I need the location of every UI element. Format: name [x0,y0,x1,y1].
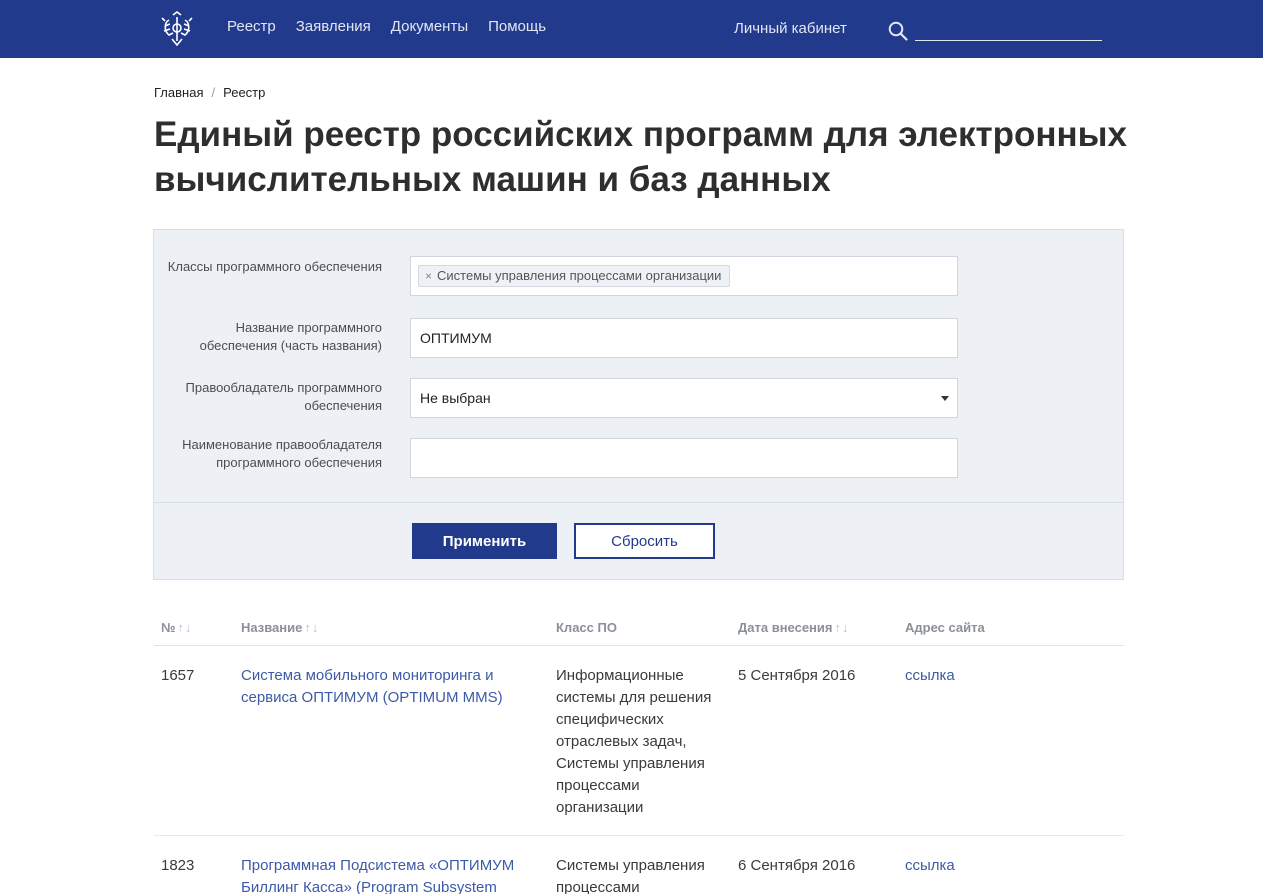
search-icon[interactable] [888,21,908,41]
classes-label: Классы программного обеспечения [167,259,382,274]
row-class: Информационные системы для решения специ… [556,667,712,816]
nav-applications[interactable]: Заявления [296,18,371,35]
owner-select[interactable]: Не выбран [410,378,958,418]
reset-button[interactable]: Сбросить [574,523,715,559]
col-date[interactable]: Дата внесения ↑↓ [738,620,850,635]
owner-label: Правообладатель программного обеспечения [185,380,382,413]
breadcrumb-separator: / [211,85,216,100]
row-number: 1823 [161,857,195,874]
row-site: ссылка [905,855,955,877]
row-number: 1657 [161,667,195,684]
software-name-input[interactable] [410,318,958,358]
table-header: № ↑↓ Название ↑↓ Класс ПО Дата внесения ↑↓ … [154,612,1124,646]
classes-multiselect[interactable]: × Системы управления процессами организа… [410,256,958,296]
row-name-link[interactable]: Система мобильного мониторинга и сервиса… [241,667,503,706]
owner-name-label: Наименование правообладателя программног… [182,437,382,470]
search-input[interactable] [915,19,1102,41]
col-site: Адрес сайта [905,620,985,635]
personal-cabinet-link[interactable]: Личный кабинет [734,20,847,37]
name-label: Название программного обеспечения (часть… [199,320,382,353]
sort-arrows-icon[interactable]: ↑↓ [178,620,193,635]
sort-arrows-icon[interactable]: ↑↓ [835,620,850,635]
main-nav: Реестр Заявления Документы Помощь [227,18,546,35]
breadcrumb-current: Реестр [223,85,266,100]
row-name-link[interactable]: Программная Подсистема «ОПТИМУМ Биллинг … [241,857,514,894]
apply-button[interactable]: Применить [412,523,557,559]
tag-remove-icon[interactable]: × [425,266,432,286]
col-name[interactable]: Название ↑↓ [241,620,319,635]
page-title: Единый реестр российских программ для эл… [154,115,1128,199]
col-class: Класс ПО [556,620,617,635]
chevron-down-icon [941,396,949,401]
owner-name-input[interactable] [410,438,958,478]
top-navbar: Реестр Заявления Документы Помощь Личный… [0,0,1263,58]
table-row: 1657 Система мобильного мониторинга и се… [154,646,1124,836]
breadcrumb: Главная / Реестр [154,85,265,100]
row-site-link[interactable]: ссылка [905,857,955,874]
row-class: Системы управления процессами [556,857,705,894]
filter-divider [154,502,1123,503]
breadcrumb-home[interactable]: Главная [154,85,203,100]
row-site: ссылка [905,665,955,687]
col-number[interactable]: № ↑↓ [161,620,193,635]
row-date: 5 Сентября 2016 [738,667,856,684]
row-site-link[interactable]: ссылка [905,667,955,684]
sort-arrows-icon[interactable]: ↑↓ [304,620,319,635]
class-tag: × Системы управления процессами организа… [418,265,731,287]
row-date: 6 Сентября 2016 [738,857,856,874]
filter-panel: Классы программного обеспечения × Систем… [153,229,1124,580]
row-name: Система мобильного мониторинга и сервиса… [241,665,531,709]
nav-documents[interactable]: Документы [391,18,468,35]
row-name: Программная Подсистема «ОПТИМУМ Биллинг … [241,855,539,894]
owner-select-value: Не выбран [420,390,491,406]
table-row: 1823 Программная Подсистема «ОПТИМУМ Бил… [154,836,1124,894]
class-tag-label: Системы управления процессами организаци… [437,268,722,283]
nav-help[interactable]: Помощь [488,18,546,35]
nav-registry[interactable]: Реестр [227,18,276,35]
emblem-icon[interactable] [160,11,194,47]
